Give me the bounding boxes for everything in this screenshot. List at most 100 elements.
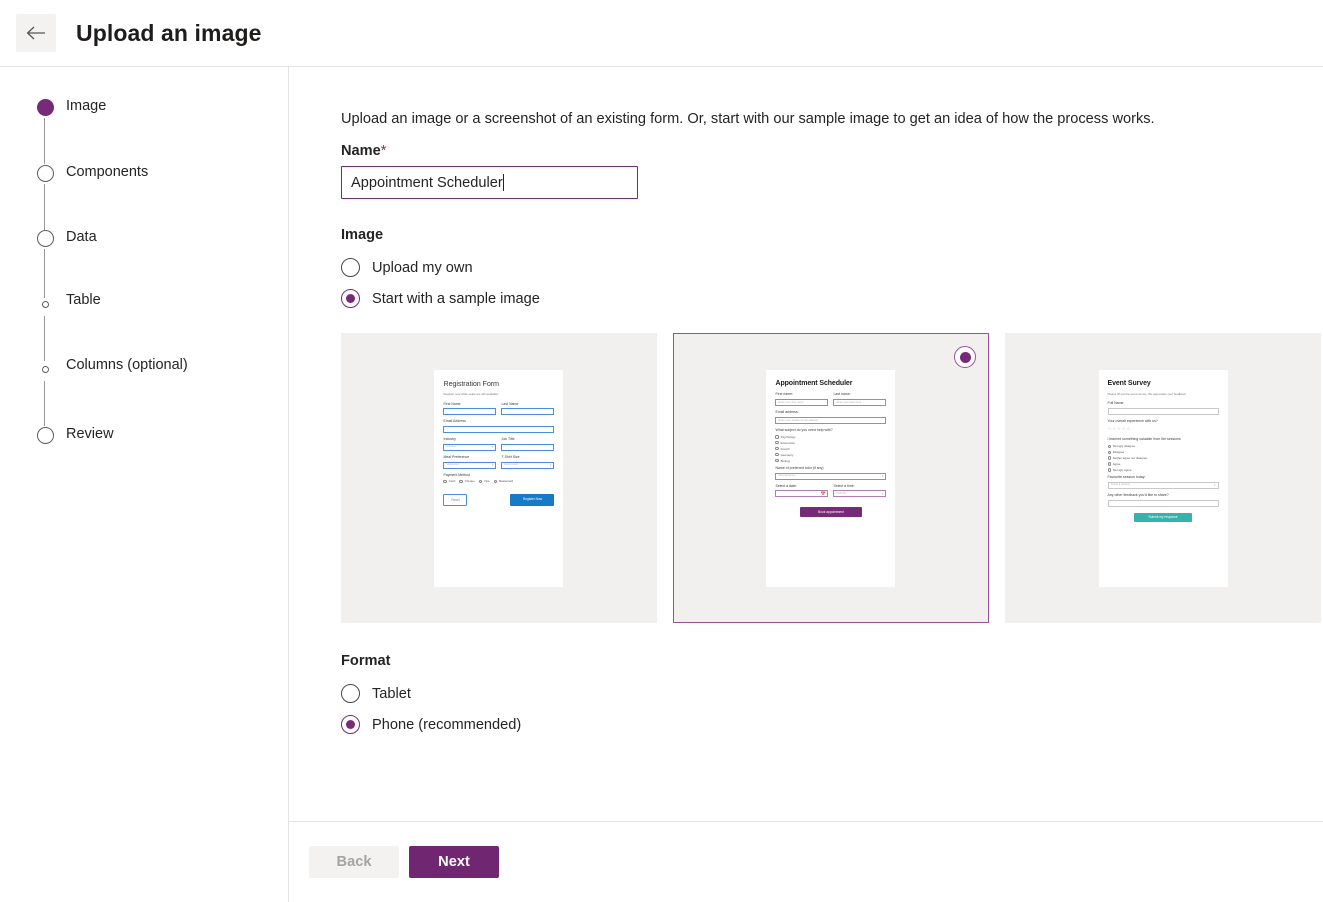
mini-radio-label: Economics — [780, 440, 795, 445]
mini-input-job-title[interactable] — [501, 443, 555, 451]
mini-select-value: Vegetarian — [446, 463, 460, 467]
calendar-icon: 📅 — [820, 490, 826, 496]
back-navigation-button[interactable] — [16, 14, 56, 52]
mini-field-label: T-Shirt Size — [501, 454, 520, 459]
name-field-label: Name* — [341, 143, 1323, 159]
mini-radio-option[interactable]: Strongly disagree — [1107, 444, 1219, 448]
mini-input-full-name[interactable] — [1107, 408, 1219, 416]
format-section-title: Format — [341, 653, 391, 669]
mini-radio-option[interactable]: Agree — [1107, 461, 1219, 466]
radio-selected-icon[interactable] — [341, 715, 360, 734]
step-dot-pending-icon — [36, 426, 54, 444]
mini-select-tshirt[interactable]: Extra small ▾ — [501, 461, 555, 469]
image-option-sample-image[interactable]: Start with a sample image — [341, 283, 1323, 314]
mini-radio-label: Psychology — [780, 434, 796, 439]
mini-radio-option[interactable]: Economics — [775, 441, 886, 445]
sample-card-registration-form[interactable]: Registration Form Register now while sea… — [341, 333, 657, 623]
step-dot-active-icon — [36, 99, 54, 116]
mini-select-value: No preference — [778, 474, 796, 478]
mini-radio-option[interactable]: Cheque — [459, 479, 475, 483]
image-section-title: Image — [341, 227, 384, 243]
radio-icon — [1107, 468, 1111, 472]
mini-field-label: Select a time: — [833, 483, 855, 488]
radio-selected-icon[interactable] — [341, 289, 360, 308]
mini-radio-option[interactable]: Visa — [478, 479, 490, 483]
mini-book-appointment-button[interactable]: Book appointment — [799, 507, 862, 517]
wizard-footer: Back Next — [289, 822, 1323, 902]
mini-input-placeholder: Enter your student email address — [778, 419, 818, 423]
sidebar-step-label: Image — [66, 98, 107, 114]
sidebar-step-components[interactable]: Components — [36, 164, 288, 231]
format-option-tablet[interactable]: Tablet — [341, 678, 1323, 709]
sample-card-event-survey[interactable]: Event Survey Please fill out the event s… — [1005, 333, 1321, 623]
image-option-upload-my-own[interactable]: Upload my own — [341, 252, 1323, 283]
sidebar-step-image[interactable]: Image — [36, 98, 288, 165]
mini-radio-label: Geometry — [780, 452, 794, 457]
name-input[interactable]: Appointment Scheduler — [341, 166, 638, 199]
radio-icon — [443, 479, 447, 484]
star-rating-icon[interactable]: ☆☆☆☆☆ — [1108, 426, 1219, 433]
radio-icon[interactable] — [341, 684, 360, 703]
format-option-phone[interactable]: Phone (recommended) — [341, 709, 1323, 740]
mini-select-industry[interactable]: Finance ▾ — [443, 443, 497, 451]
mini-radio-label: Neither agree nor disagree — [1112, 455, 1148, 460]
name-label-text: Name — [341, 143, 381, 159]
mini-input-last-name[interactable] — [501, 408, 555, 416]
mini-radio-option[interactable]: Strongly agree — [1107, 468, 1219, 472]
step-marker-review — [36, 426, 54, 444]
mini-radio-option[interactable]: Cash — [443, 479, 455, 483]
mini-radio-label: Agree — [1112, 461, 1121, 466]
mini-input-email[interactable] — [443, 426, 555, 434]
page-title: Upload an image — [76, 19, 262, 46]
mini-form-survey: Event Survey Please fill out the event s… — [1098, 369, 1228, 587]
mini-radio-label: Biology — [780, 458, 791, 463]
next-button[interactable]: Next — [409, 846, 499, 878]
sample-card-appointment-scheduler[interactable]: Appointment Scheduler First name: Enter … — [672, 333, 990, 623]
mini-title: Event Survey — [1107, 379, 1151, 387]
card-selected-radio-icon[interactable] — [954, 346, 977, 368]
mini-select-meal[interactable]: Vegetarian ▾ — [443, 461, 497, 469]
mini-select-value: Select a session — [1110, 483, 1131, 487]
sidebar-step-data[interactable]: Data — [36, 229, 288, 298]
mini-field-label: Any other feedback you'd like to share? — [1107, 492, 1169, 497]
mini-submit-response-button[interactable]: Submit my response — [1134, 512, 1192, 522]
mini-reset-button[interactable]: Reset — [443, 494, 468, 506]
step-connector — [44, 183, 45, 230]
mini-input-last-name[interactable]: Enter your last name — [833, 398, 887, 406]
mini-field-label: First name: — [775, 392, 793, 396]
mini-radio-option[interactable]: French — [775, 447, 886, 451]
mini-input-feedback[interactable] — [1107, 499, 1219, 507]
mini-select-value: Finance — [446, 445, 457, 449]
mini-radio-option[interactable]: Mastercard — [493, 479, 513, 483]
mini-input-email[interactable]: Enter your student email address — [775, 416, 887, 424]
mini-radio-option[interactable]: Geometry — [775, 453, 886, 457]
sidebar-step-review[interactable]: Review — [36, 426, 288, 444]
image-option-label: Upload my own — [372, 259, 473, 276]
mini-input-first-name[interactable] — [443, 408, 497, 416]
format-option-label: Phone (recommended) — [372, 716, 522, 733]
mini-input-first-name[interactable]: Enter your first name — [775, 398, 829, 406]
mini-radio-option[interactable]: Biology — [775, 459, 886, 463]
mini-select-time[interactable]: 9:00 AM ▾ — [833, 490, 887, 498]
mini-input-date[interactable]: 📅 — [775, 490, 829, 498]
mini-radio-option[interactable]: Psychology — [775, 435, 886, 439]
mini-radio-option[interactable]: Neither agree nor disagree — [1107, 455, 1219, 460]
back-button[interactable]: Back — [309, 846, 399, 878]
sidebar-step-table[interactable]: Table — [36, 292, 288, 362]
wizard-steps: Image Components Data Table Columns (opt… — [0, 98, 288, 444]
step-marker-table — [36, 296, 54, 308]
mini-field-label: Last Name — [501, 401, 519, 406]
mini-register-button[interactable]: Register Now — [510, 494, 555, 506]
radio-icon[interactable] — [341, 258, 360, 277]
mini-radio-option[interactable]: Disagree — [1107, 450, 1219, 454]
step-dot-pending-icon — [36, 164, 54, 182]
mini-title: Appointment Scheduler — [775, 379, 853, 387]
sidebar-step-label: Columns (optional) — [66, 357, 188, 373]
mini-field-label: Select a date: — [775, 483, 797, 488]
mini-field-label: Last name: — [833, 392, 851, 396]
mini-radio-label: French — [780, 446, 790, 451]
sidebar-step-columns[interactable]: Columns (optional) — [36, 357, 288, 427]
mini-select-tutor[interactable]: No preference ▾ — [775, 472, 887, 480]
mini-select-session[interactable]: Select a session ▾ — [1107, 481, 1219, 489]
mini-title: Registration Form — [443, 378, 499, 388]
